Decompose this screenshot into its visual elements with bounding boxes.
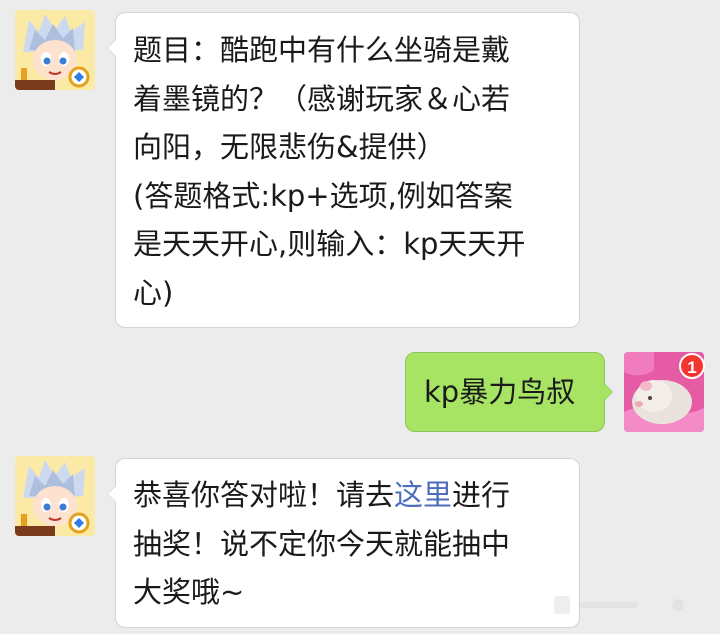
message-line: 大奖哦~ — [133, 575, 245, 609]
message-bubble-question[interactable]: 题目：酷跑中有什么坐骑是戴 着墨镜的？（感谢玩家＆心若 向阳，无限悲伤&提供） … — [107, 12, 580, 328]
message-line: 着墨镜的？（感谢玩家＆心若 — [133, 81, 511, 116]
watermark-logo — [554, 596, 684, 614]
message-line: 题目：酷跑中有什么坐骑是戴 — [133, 33, 511, 67]
message-line: 恭喜你答对啦！请去这里进行 — [133, 471, 579, 520]
bot-avatar[interactable] — [15, 10, 95, 90]
message-line: 心) — [133, 275, 174, 310]
message-line: (答题格式:kp+选项,例如答案 — [133, 178, 513, 213]
unread-badge: 1 — [679, 353, 705, 379]
game-character-avatar-icon — [15, 456, 95, 536]
result-text-before-link: 恭喜你答对啦！请去 — [133, 478, 395, 512]
message-line: 向阳，无限悲伤&提供） — [133, 130, 446, 164]
message-bubble-answer[interactable]: kp暴力鸟叔 — [405, 352, 613, 432]
message-bubble-result[interactable]: 恭喜你答对啦！请去这里进行 抽奖！说不定你今天就能抽中 大奖哦~ — [107, 458, 580, 628]
answer-text: kp暴力鸟叔 — [424, 375, 576, 409]
message-line: 抽奖！说不定你今天就能抽中 — [133, 526, 511, 561]
bot-avatar[interactable] — [15, 456, 95, 536]
game-character-avatar-icon — [15, 10, 95, 90]
lottery-link[interactable]: 这里 — [394, 478, 452, 512]
result-text-after-link: 进行 — [452, 478, 511, 512]
message-line: 是天天开心,则输入：kp天天开 — [133, 227, 526, 261]
